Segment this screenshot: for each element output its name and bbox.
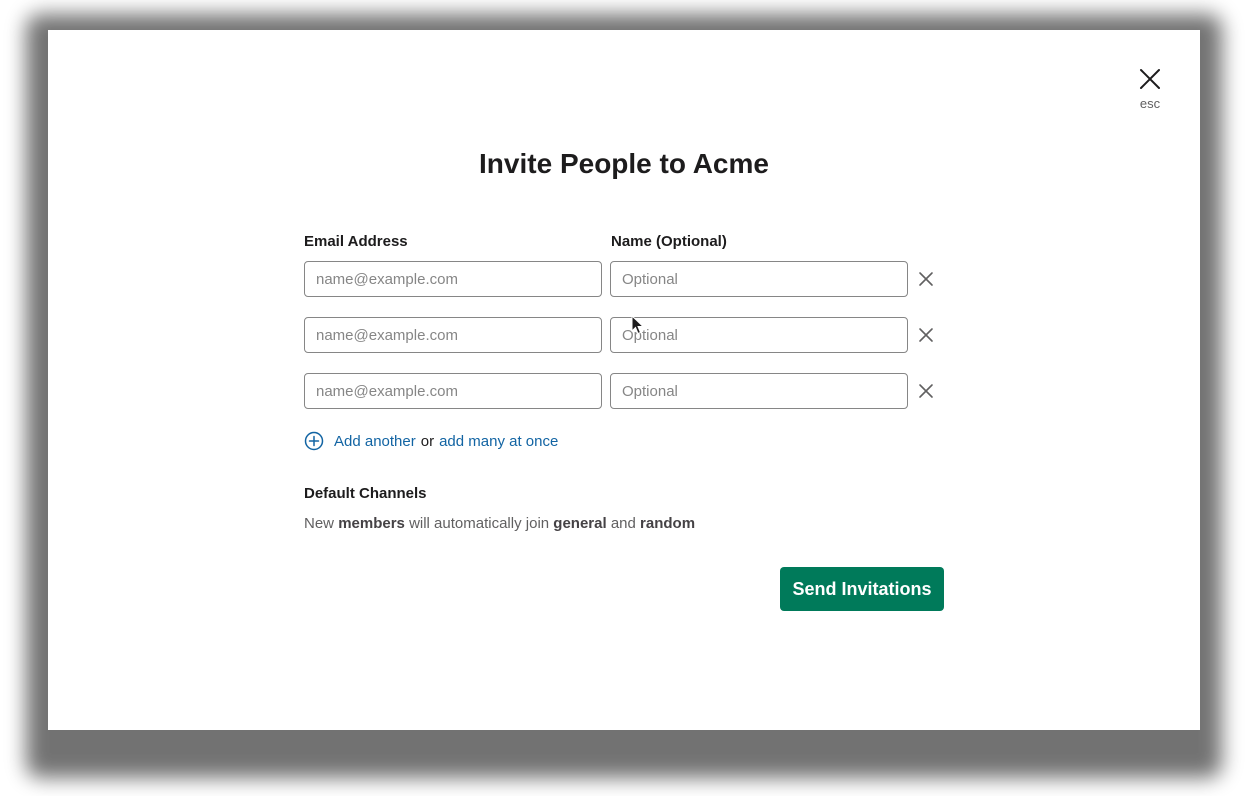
add-another-link[interactable]: Add another [334,433,416,450]
channels-middle: will automatically join [409,515,550,532]
esc-hint: esc [1139,96,1161,111]
remove-row-button[interactable] [916,381,936,401]
email-field[interactable] [304,261,602,297]
invite-row [304,373,944,409]
close-icon [919,384,933,398]
page-title: Invite People to Acme [479,148,769,179]
invite-row [304,317,944,353]
channels-and: and [610,515,636,532]
close-icon [919,328,933,342]
email-field[interactable] [304,317,602,353]
channels-members: members [338,515,405,532]
name-field[interactable] [610,317,908,353]
name-column-label: Name (Optional) [611,233,727,250]
close-button[interactable]: esc [1136,68,1164,111]
or-text: or [420,432,435,450]
add-many-link[interactable]: add many at once [439,433,558,450]
default-channels-heading: Default Channels [304,485,427,502]
remove-row-button[interactable] [916,325,936,345]
add-rows-line: Add another or add many at once [304,430,558,452]
email-column-label: Email Address [304,233,408,250]
default-channels-description: New members will automatically join gene… [304,515,695,532]
channels-prefix: New [304,515,335,532]
plus-circle-icon[interactable] [304,431,324,451]
name-field[interactable] [610,261,908,297]
send-invitations-button[interactable]: Send Invitations [780,567,944,611]
close-icon [919,272,933,286]
close-icon [1140,69,1160,89]
name-field[interactable] [610,373,908,409]
email-field[interactable] [304,373,602,409]
channel-random: random [640,515,696,532]
channel-general: general [553,515,607,532]
invite-row [304,261,944,297]
remove-row-button[interactable] [916,269,936,289]
invite-modal: esc Invite People to Acme Email Address … [48,30,1200,730]
